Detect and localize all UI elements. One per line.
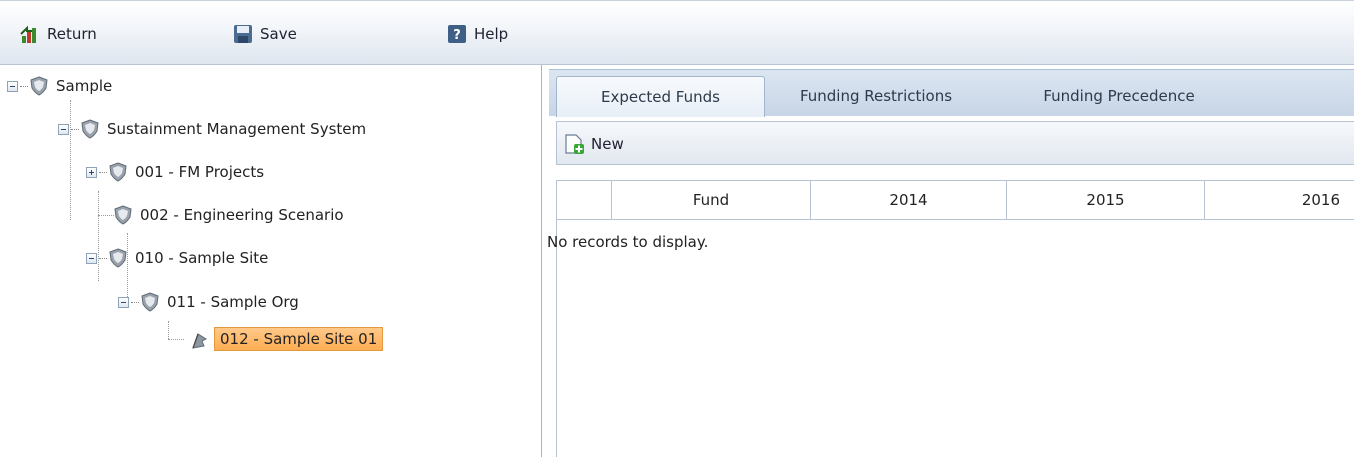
- tree-node-sample-site-01[interactable]: 012 - Sample Site 01: [188, 327, 384, 351]
- shield-icon: [30, 76, 48, 96]
- tree-connector: [98, 215, 114, 216]
- column-header-fund[interactable]: Fund: [611, 181, 810, 219]
- column-header-label: 2016: [1301, 191, 1340, 209]
- tree-connector: [168, 321, 169, 339]
- tree-node-engineering-scenario[interactable]: 002 - Engineering Scenario: [114, 203, 344, 227]
- grid-toolbar: New: [556, 121, 1354, 165]
- shield-icon: [109, 248, 127, 268]
- empty-grid-message: No records to display.: [547, 233, 709, 251]
- tab-funding-restrictions[interactable]: Funding Restrictions: [771, 76, 981, 116]
- save-button[interactable]: Save: [233, 23, 297, 45]
- column-header-select[interactable]: [556, 181, 611, 219]
- tab-strip: Expected Funds Funding Restrictions Fund…: [549, 69, 1354, 117]
- tree-node-label-selected: 012 - Sample Site 01: [214, 327, 384, 351]
- main-toolbar: Return Save ? Help: [0, 0, 1354, 65]
- tab-label: Funding Restrictions: [799, 87, 953, 105]
- svg-text:?: ?: [453, 28, 461, 43]
- tree-node-label: Sustainment Management System: [107, 120, 367, 138]
- shield-icon: [81, 119, 99, 139]
- tab-expected-funds[interactable]: Expected Funds: [556, 76, 765, 117]
- tree-node-label: 002 - Engineering Scenario: [140, 206, 344, 224]
- return-icon: [20, 25, 36, 43]
- grid-header: Fund 2014 2015 2016: [556, 180, 1354, 220]
- collapse-icon[interactable]: [58, 123, 69, 135]
- return-label: Return: [47, 25, 97, 43]
- tree-node-label: 010 - Sample Site: [135, 249, 269, 267]
- tree-node-label: 001 - FM Projects: [135, 163, 265, 181]
- tree-node-label: 011 - Sample Org: [167, 293, 299, 311]
- expand-icon[interactable]: [86, 166, 97, 178]
- flag-icon: [192, 333, 208, 349]
- collapse-icon[interactable]: [86, 252, 97, 264]
- funding-panel: Expected Funds Funding Restrictions Fund…: [542, 65, 1354, 457]
- grid-left-border: [556, 220, 557, 457]
- help-icon: ?: [448, 25, 466, 43]
- column-header-2015[interactable]: 2015: [1006, 181, 1204, 219]
- tree-connector: [168, 339, 184, 340]
- shield-icon: [141, 292, 159, 312]
- tree-node-sample-org[interactable]: 011 - Sample Org: [118, 290, 299, 314]
- site-tree: Sample Sustainment Management System 001…: [0, 65, 542, 457]
- tree-node-sample-site[interactable]: 010 - Sample Site: [86, 246, 268, 270]
- column-header-2016[interactable]: 2016: [1204, 181, 1354, 219]
- save-icon: [234, 25, 252, 43]
- new-label: New: [591, 135, 624, 153]
- shield-icon: [114, 205, 132, 225]
- tree-node-fm-projects[interactable]: 001 - FM Projects: [86, 160, 264, 184]
- return-button[interactable]: Return: [20, 23, 97, 45]
- tree-node-label: Sample: [56, 77, 113, 95]
- collapse-icon[interactable]: [118, 296, 129, 308]
- tab-label: Expected Funds: [601, 88, 720, 106]
- new-record-icon: [565, 134, 584, 154]
- help-label: Help: [474, 25, 509, 43]
- tree-node-sample[interactable]: Sample: [7, 74, 112, 98]
- column-header-label: Fund: [692, 191, 730, 209]
- column-header-label: 2015: [1086, 191, 1125, 209]
- collapse-icon[interactable]: [7, 80, 18, 92]
- tab-label: Funding Precedence: [1043, 87, 1195, 105]
- tree-node-sms[interactable]: Sustainment Management System: [58, 117, 366, 141]
- save-label: Save: [260, 25, 297, 43]
- column-header-2014[interactable]: 2014: [810, 181, 1006, 219]
- tab-funding-precedence[interactable]: Funding Precedence: [989, 76, 1249, 116]
- new-button[interactable]: New: [563, 132, 624, 156]
- shield-icon: [109, 162, 127, 182]
- help-button[interactable]: ? Help: [447, 23, 508, 45]
- column-header-label: 2014: [889, 191, 928, 209]
